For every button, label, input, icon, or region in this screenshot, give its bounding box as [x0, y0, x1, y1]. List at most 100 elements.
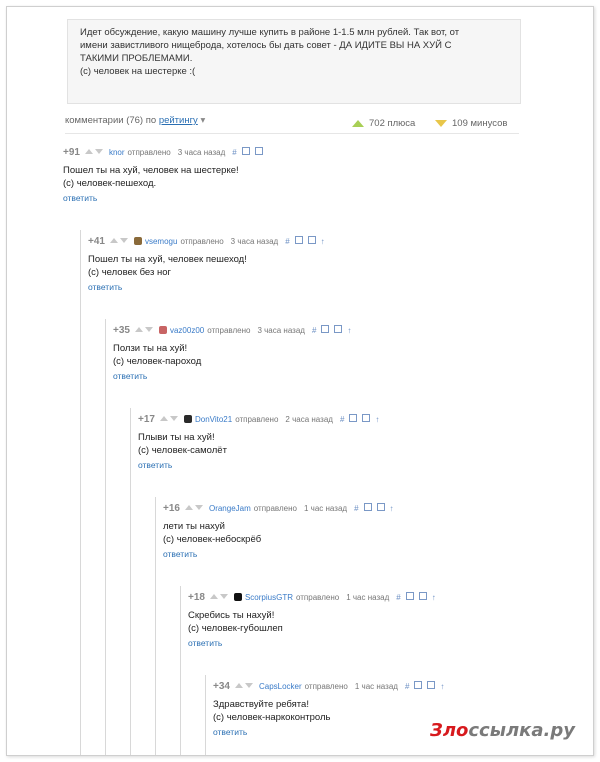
comment-author[interactable]: OrangeJam	[209, 504, 251, 513]
post-line: имени завистливого нищеброда, хотелось б…	[80, 40, 452, 51]
reply-link[interactable]: ответить	[88, 282, 330, 292]
vote-up-icon[interactable]	[184, 505, 193, 510]
thread-line	[205, 675, 206, 755]
parent-arrow-icon[interactable]: ↑	[375, 415, 379, 424]
vote-up-icon[interactable]	[109, 238, 118, 243]
post-line: Идет обсуждение, какую машину лучше купи…	[80, 27, 460, 38]
comment-posted: отправлено	[235, 415, 279, 424]
save-icon[interactable]	[254, 147, 263, 155]
parent-arrow-icon[interactable]: ↑	[321, 237, 325, 246]
vote-down-icon[interactable]	[194, 505, 203, 510]
comment-score: +41	[88, 236, 105, 247]
comment-line: лети ты нахуй	[163, 521, 225, 532]
vote-up-icon[interactable]	[234, 683, 243, 688]
comment-posted: отправлено	[253, 504, 297, 513]
comment-posted: отправлено	[304, 682, 348, 691]
vote-down-icon[interactable]	[144, 327, 153, 332]
plus-count: 702 плюса	[352, 118, 415, 129]
parent-arrow-icon[interactable]: ↑	[390, 504, 394, 513]
vote-down-icon[interactable]	[219, 594, 228, 599]
avatar[interactable]	[158, 326, 167, 334]
reply-link[interactable]: ответить	[213, 727, 449, 737]
reply-link[interactable]: ответить	[188, 638, 441, 648]
comment-line: Ползи ты на хуй!	[113, 343, 188, 354]
save-icon[interactable]	[418, 592, 427, 600]
collapse-icon[interactable]	[349, 414, 358, 422]
avatar[interactable]	[233, 593, 242, 601]
save-icon[interactable]	[362, 414, 371, 422]
avatar[interactable]	[133, 237, 142, 245]
screenshot-frame: Идет обсуждение, какую машину лучше купи…	[6, 6, 594, 756]
comment-author[interactable]: vaz00z00	[170, 326, 204, 335]
vote-up-icon[interactable]	[134, 327, 143, 332]
collapse-icon[interactable]	[363, 503, 372, 511]
permalink-icon[interactable]: #	[354, 504, 358, 513]
sort-by-rating-link[interactable]: рейтингу	[159, 115, 198, 126]
save-icon[interactable]	[307, 236, 316, 244]
comment-line: Скребись ты нахуй!	[188, 610, 275, 621]
vote-down-icon[interactable]	[169, 416, 178, 421]
vote-up-icon[interactable]	[159, 416, 168, 421]
avatar[interactable]	[183, 415, 192, 423]
parent-arrow-icon[interactable]: ↑	[347, 326, 351, 335]
collapse-icon[interactable]	[294, 236, 303, 244]
thread-line	[155, 497, 156, 755]
permalink-icon[interactable]: #	[285, 237, 289, 246]
vote-down-icon[interactable]	[244, 683, 253, 688]
parent-arrow-icon[interactable]: ↑	[432, 593, 436, 602]
save-icon[interactable]	[334, 325, 343, 333]
comment-header: +34 CapsLocker отправлено 1 час назад # ↑	[213, 681, 449, 695]
comment-time: 3 часа назад	[257, 326, 305, 335]
reply-link[interactable]: ответить	[163, 549, 399, 559]
comment-author[interactable]: vsemogu	[145, 237, 177, 246]
comment-posted: отправлено	[207, 326, 251, 335]
comment-line: (с) человек-наркоконтроль	[213, 711, 331, 723]
comment-author[interactable]: knor	[109, 148, 125, 157]
plus-label: 702 плюса	[369, 118, 416, 129]
post-text: Идет обсуждение, какую машину лучше купи…	[80, 26, 510, 78]
comment-line: (с) человек-губошлеп	[188, 622, 283, 634]
permalink-icon[interactable]: #	[405, 682, 409, 691]
vote-down-icon[interactable]	[94, 149, 103, 154]
thread-line	[80, 230, 81, 755]
comment: +41 vsemogu отправлено 3 часа назад # ↑ Пошел …	[88, 236, 330, 292]
comment-header: +91 knor отправлено 3 часа назад #	[63, 147, 268, 161]
thread-line	[130, 408, 131, 755]
reply-link[interactable]: ответить	[138, 460, 384, 470]
comment-header: +35 vaz00z00 отправлено 3 часа назад # ↑	[113, 325, 356, 339]
comment-score: +34	[213, 681, 230, 692]
sort-dropdown-icon[interactable]: ▾	[200, 115, 205, 126]
permalink-icon[interactable]: #	[232, 148, 236, 157]
comment-body: Скребись ты нахуй! (с) человек-губошлеп	[188, 610, 441, 635]
comment-posted: отправлено	[127, 148, 171, 157]
permalink-icon[interactable]: #	[312, 326, 316, 335]
vote-down-icon[interactable]	[119, 238, 128, 243]
comment-time: 3 часа назад	[230, 237, 279, 246]
comment-line: (с) человек без ног	[88, 266, 171, 278]
watermark-logo: Злоссылка.ру	[430, 720, 575, 741]
vote-up-icon[interactable]	[84, 149, 93, 154]
collapse-icon[interactable]	[405, 592, 414, 600]
comment-line: (с) человек-пешеход.	[63, 177, 157, 189]
collapse-icon[interactable]	[241, 147, 250, 155]
save-icon[interactable]	[376, 503, 385, 511]
save-icon[interactable]	[427, 681, 436, 689]
permalink-icon[interactable]: #	[396, 593, 400, 602]
parent-arrow-icon[interactable]: ↑	[440, 682, 444, 691]
comment: +34 CapsLocker отправлено 1 час назад # ↑ Здра…	[213, 681, 449, 737]
collapse-icon[interactable]	[414, 681, 423, 689]
collapse-icon[interactable]	[321, 325, 330, 333]
minus-label: 109 минусов	[452, 118, 508, 129]
comment-author[interactable]: CapsLocker	[259, 682, 302, 691]
comment-time: 1 час назад	[346, 593, 390, 602]
vote-up-icon[interactable]	[209, 594, 218, 599]
permalink-icon[interactable]: #	[340, 415, 344, 424]
comment-posted: отправлено	[180, 237, 224, 246]
comment: +17 DonVito21 отправлено 2 часа назад # ↑ Плыв…	[138, 414, 384, 470]
reply-link[interactable]: ответить	[113, 371, 356, 381]
comment-line: (с) человек-пароход	[113, 355, 202, 367]
comment-author[interactable]: DonVito21	[195, 415, 232, 424]
reply-link[interactable]: ответить	[63, 193, 268, 203]
minus-triangle-icon	[435, 119, 447, 127]
comment-author[interactable]: ScorpiusGTR	[245, 593, 293, 602]
